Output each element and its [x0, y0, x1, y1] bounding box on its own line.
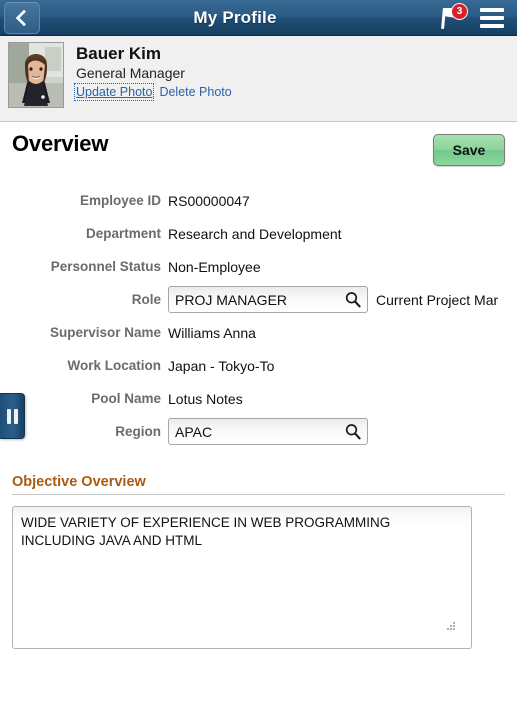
search-icon[interactable] [345, 291, 361, 308]
field-row-employee-id: Employee ID RS00000047 [0, 184, 517, 217]
region-input-wrap [168, 418, 368, 445]
profile-screen: My Profile 3 Bauer Kim General Manager U… [0, 0, 517, 719]
photo-actions: Update Photo Delete Photo [73, 83, 232, 101]
field-row-region: Region [0, 415, 517, 448]
sidebar-drawer-handle[interactable] [0, 393, 25, 439]
role-input-wrap [168, 286, 368, 313]
field-row-supervisor-name: Supervisor Name Williams Anna [0, 316, 517, 349]
update-photo-link[interactable]: Update Photo [73, 83, 155, 101]
overview-heading: Overview [12, 131, 109, 156]
handle-bar-icon [13, 408, 18, 424]
person-job-title: General Manager [76, 65, 185, 81]
field-value-department: Research and Development [168, 225, 342, 242]
hamburger-menu-icon[interactable] [480, 7, 504, 28]
section-divider [12, 494, 505, 495]
field-row-department: Department Research and Development [0, 217, 517, 250]
role-description-text: Current Project Mar [376, 291, 499, 308]
hamburger-bar [480, 7, 504, 12]
hamburger-bar [480, 15, 504, 20]
avatar-photo-illustration [9, 43, 63, 107]
person-header-band: Bauer Kim General Manager Update Photo De… [0, 36, 517, 122]
person-name: Bauer Kim [76, 44, 162, 63]
flag-icon[interactable]: 3 [440, 2, 468, 30]
field-value-supervisor-name: Williams Anna [168, 324, 256, 341]
field-value-personnel-status: Non-Employee [168, 258, 261, 275]
field-value-pool-name: Lotus Notes [168, 390, 243, 407]
field-label-personnel-status: Personnel Status [50, 259, 161, 274]
page-title: My Profile [193, 7, 277, 27]
notification-badge: 3 [451, 2, 468, 20]
field-value-work-location: Japan - Tokyo-To [168, 357, 275, 374]
handle-bar-icon [6, 408, 11, 424]
hamburger-bar [480, 23, 504, 28]
avatar[interactable] [8, 42, 64, 108]
field-label-department: Department [85, 226, 161, 241]
field-row-work-location: Work Location Japan - Tokyo-To [0, 349, 517, 382]
field-label-work-location: Work Location [67, 358, 161, 373]
field-label-supervisor-name: Supervisor Name [49, 325, 161, 340]
top-navigation-bar: My Profile 3 [0, 0, 517, 36]
field-row-role: Role Current Project Mar [0, 283, 517, 316]
search-icon[interactable] [345, 423, 361, 440]
overview-header-row: Overview Save [0, 128, 517, 174]
field-label-region: Region [115, 424, 161, 439]
save-button[interactable]: Save [433, 134, 505, 166]
objective-overview-section: Objective Overview [12, 474, 505, 654]
textarea-resize-grip[interactable] [447, 622, 456, 631]
overview-field-list: Employee ID RS00000047 Department Resear… [0, 184, 517, 448]
role-input[interactable] [168, 286, 368, 313]
field-row-pool-name: Pool Name Lotus Notes [0, 382, 517, 415]
person-info: Bauer Kim General Manager Update Photo De… [73, 43, 232, 101]
navbar-actions: 3 [440, 2, 504, 30]
objective-overview-heading: Objective Overview [12, 474, 146, 490]
field-value-employee-id: RS00000047 [168, 192, 250, 209]
field-label-pool-name: Pool Name [91, 391, 161, 406]
objective-overview-textarea[interactable] [12, 506, 472, 649]
field-row-personnel-status: Personnel Status Non-Employee [0, 250, 517, 283]
delete-photo-link[interactable]: Delete Photo [159, 85, 231, 99]
field-label-role: Role [131, 292, 161, 307]
region-input[interactable] [168, 418, 368, 445]
field-label-employee-id: Employee ID [79, 193, 161, 208]
